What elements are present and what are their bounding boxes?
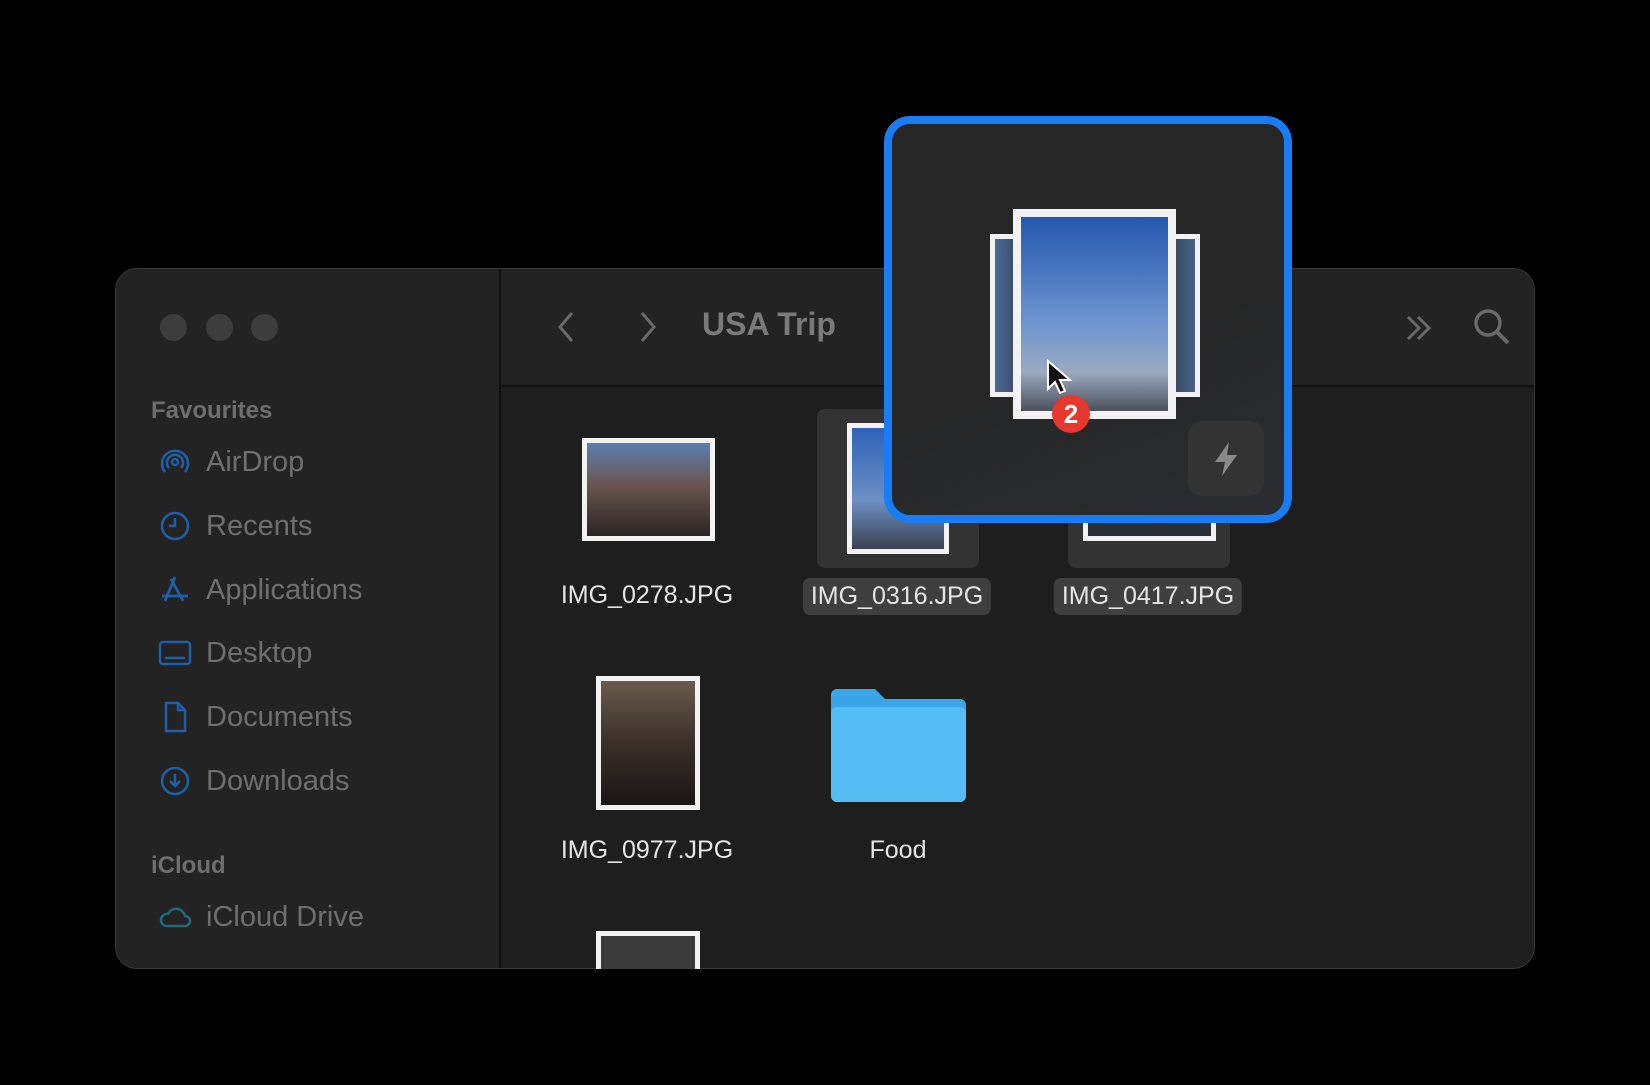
sidebar-item-label: Applications bbox=[206, 573, 363, 606]
sidebar-item-label: Downloads bbox=[206, 764, 350, 797]
cursor-icon bbox=[1047, 359, 1073, 395]
sidebar-item-documents[interactable]: Documents bbox=[158, 695, 353, 739]
folder-icon[interactable] bbox=[831, 689, 966, 802]
sidebar-item-label: Recents bbox=[206, 509, 313, 542]
document-icon bbox=[164, 701, 187, 733]
sidebar-item-label: Documents bbox=[206, 700, 353, 733]
clock-icon bbox=[160, 511, 190, 541]
search-icon[interactable] bbox=[1472, 307, 1512, 347]
file-thumbnail[interactable] bbox=[596, 676, 700, 810]
download-icon bbox=[160, 766, 190, 796]
close-button[interactable] bbox=[160, 314, 187, 341]
sidebar-item-desktop[interactable]: Desktop bbox=[158, 631, 312, 675]
sidebar-item-airdrop[interactable]: AirDrop bbox=[158, 440, 304, 484]
zoom-button[interactable] bbox=[251, 314, 278, 341]
chevron-left-icon[interactable] bbox=[552, 309, 582, 345]
chevron-right-icon[interactable] bbox=[632, 309, 662, 345]
lightning-icon bbox=[1215, 441, 1237, 476]
airdrop-icon bbox=[160, 449, 190, 473]
drag-count-badge: 2 bbox=[1052, 395, 1090, 433]
applications-icon bbox=[162, 576, 188, 602]
drag-preview-popup: 2 bbox=[884, 116, 1292, 523]
drag-thumbnail bbox=[1013, 209, 1176, 419]
minimize-button[interactable] bbox=[206, 314, 233, 341]
sidebar-item-label: AirDrop bbox=[206, 445, 305, 478]
finder-window: Favourites AirDrop Recents Applications … bbox=[115, 268, 1535, 969]
sidebar-item-applications[interactable]: Applications bbox=[158, 568, 362, 612]
cloud-icon bbox=[159, 907, 192, 928]
sidebar-item-icloud-drive[interactable]: iCloud Drive bbox=[158, 895, 364, 939]
file-name[interactable]: IMG_0278.JPG bbox=[561, 581, 733, 610]
file-thumbnail[interactable] bbox=[596, 931, 700, 969]
section-icloud: iCloud bbox=[151, 852, 226, 879]
sidebar-item-label: iCloud Drive bbox=[206, 900, 364, 933]
sidebar: Favourites AirDrop Recents Applications … bbox=[116, 269, 501, 968]
sidebar-item-label: Desktop bbox=[206, 636, 313, 669]
section-favourites: Favourites bbox=[151, 397, 273, 424]
sidebar-item-downloads[interactable]: Downloads bbox=[158, 759, 349, 803]
sidebar-item-recents[interactable]: Recents bbox=[158, 504, 312, 548]
file-name[interactable]: IMG_0417.JPG bbox=[1053, 578, 1243, 615]
window-title: USA Trip bbox=[702, 306, 836, 342]
double-chevron-icon[interactable] bbox=[1402, 311, 1436, 345]
file-name[interactable]: IMG_0316.JPG bbox=[802, 578, 992, 615]
desktop-icon bbox=[158, 640, 192, 666]
file-thumbnail[interactable] bbox=[582, 438, 715, 541]
file-name[interactable]: Food bbox=[870, 836, 927, 865]
quick-action-button[interactable] bbox=[1188, 421, 1264, 496]
file-name[interactable]: IMG_0977.JPG bbox=[561, 836, 733, 865]
